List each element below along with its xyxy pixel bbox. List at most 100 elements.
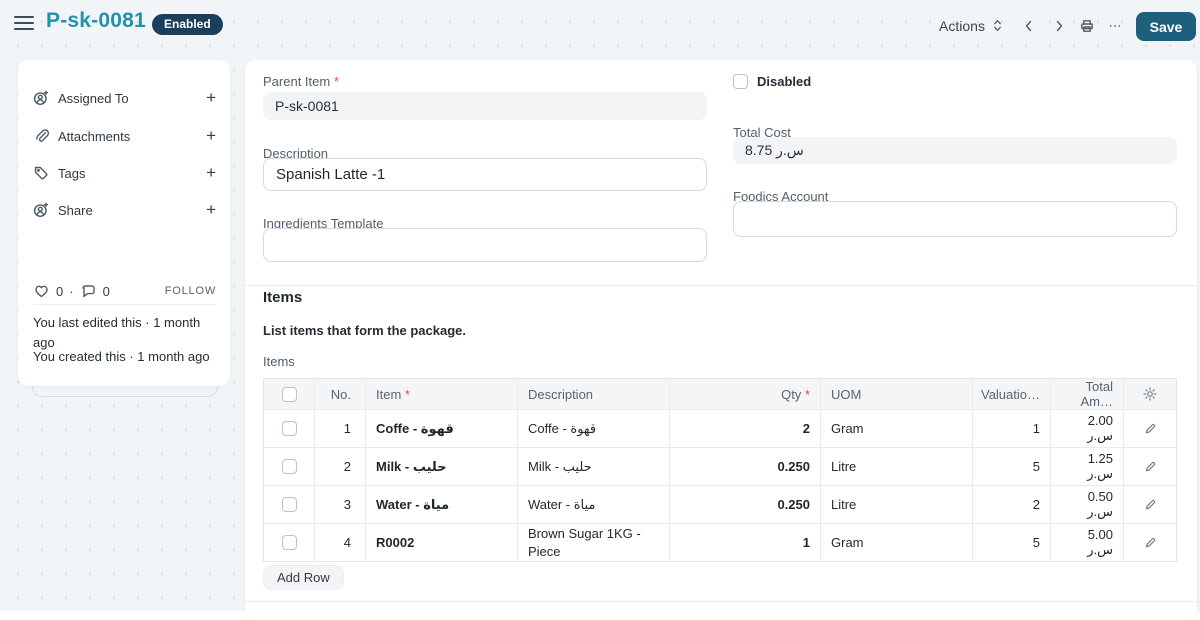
disabled-checkbox[interactable] — [733, 74, 748, 89]
valuation-cell[interactable]: 5 — [972, 448, 1050, 485]
follow-button[interactable]: FOLLOW — [165, 285, 216, 297]
description-cell[interactable]: Water - مياة — [517, 486, 669, 523]
add-share-icon[interactable]: + — [206, 203, 216, 217]
total-cost-field: 8.75 س.ر — [733, 137, 1177, 164]
heart-icon[interactable] — [33, 283, 50, 299]
description-cell[interactable]: Coffe - قهوة — [517, 410, 669, 447]
item-cell[interactable]: Water - مياة — [365, 486, 517, 523]
assigned-to-icon — [33, 90, 49, 106]
menu-icon[interactable] — [14, 16, 34, 31]
valuation-cell[interactable]: 1 — [972, 410, 1050, 447]
items-table: No. Item * Description Qty * UOM Valuati… — [263, 378, 1177, 562]
required-marker: * — [334, 74, 339, 89]
total-amount-cell[interactable]: 0.50 س.ر — [1050, 486, 1123, 523]
header-valuation: Valuatio… — [972, 379, 1050, 409]
item-cell[interactable]: Coffe - قهوة — [365, 410, 517, 447]
table-header-row: No. Item * Description Qty * UOM Valuati… — [264, 379, 1176, 409]
total-amount-cell[interactable]: 5.00 س.ر — [1050, 524, 1123, 561]
table-settings-button[interactable] — [1123, 379, 1176, 409]
sidebar-item-tags[interactable]: Tags + — [33, 163, 216, 183]
row-checkbox[interactable] — [282, 535, 297, 550]
row-checkbox[interactable] — [282, 497, 297, 512]
uom-cell[interactable]: Gram — [820, 410, 972, 447]
qty-cell[interactable]: 0.250 — [669, 486, 820, 523]
header-description: Description — [517, 379, 669, 409]
comment-icon[interactable] — [80, 283, 97, 299]
created-text: You created this · 1 month ago — [33, 347, 220, 367]
likes-count: 0 — [56, 284, 63, 299]
row-checkbox-cell — [264, 410, 314, 447]
table-body: 1 Coffe - قهوة Coffe - قهوة 2 Gram 1 2.0… — [264, 409, 1176, 561]
foodics-account-input[interactable] — [733, 201, 1177, 237]
sidebar-item-assigned-to[interactable]: Assigned To + — [33, 88, 216, 108]
header-qty: Qty * — [669, 379, 820, 409]
valuation-cell[interactable]: 5 — [972, 524, 1050, 561]
row-number-cell: 1 — [314, 410, 365, 447]
table-row: 3 Water - مياة Water - مياة 0.250 Litre … — [264, 485, 1176, 523]
row-checkbox-cell — [264, 524, 314, 561]
disabled-checkbox-row: Disabled — [733, 74, 1177, 89]
row-checkbox-cell — [264, 448, 314, 485]
comments-count: 0 — [103, 284, 110, 299]
print-button[interactable] — [1074, 11, 1100, 40]
item-cell[interactable]: R0002 — [365, 524, 517, 561]
actions-button[interactable]: Actions — [930, 11, 1012, 40]
qty-cell[interactable]: 2 — [669, 410, 820, 447]
add-assignment-icon[interactable]: + — [206, 91, 216, 105]
uom-cell[interactable]: Litre — [820, 448, 972, 485]
qty-cell[interactable]: 1 — [669, 524, 820, 561]
disabled-label: Disabled — [757, 74, 811, 89]
parent-item-label: Parent Item * — [263, 74, 707, 89]
sidebar-divider — [33, 304, 216, 305]
status-badge: Enabled — [152, 14, 223, 35]
sidebar-item-label: Assigned To — [58, 91, 129, 106]
form-card: Parent Item * P-sk-0081 Description Span… — [245, 60, 1197, 620]
item-cell[interactable]: Milk - حليب — [365, 448, 517, 485]
select-chevrons-icon — [992, 18, 1003, 33]
edit-row-button[interactable] — [1123, 524, 1176, 561]
add-attachment-icon[interactable]: + — [206, 129, 216, 143]
description-input[interactable]: Spanish Latte -1 — [263, 158, 707, 191]
items-table-label: Items — [263, 354, 295, 369]
page-title: P-sk-0081 — [46, 9, 146, 33]
ingredients-template-input[interactable] — [263, 228, 707, 262]
row-number-cell: 4 — [314, 524, 365, 561]
edit-row-button[interactable] — [1123, 410, 1176, 447]
sidebar: Assigned To + Attachments + Tags + Share… — [18, 60, 230, 386]
prev-record-button[interactable] — [1016, 11, 1042, 40]
next-record-button[interactable] — [1046, 11, 1072, 40]
sidebar-item-share[interactable]: Share + — [33, 200, 216, 220]
tag-icon — [33, 165, 49, 181]
select-all-checkbox[interactable] — [282, 387, 297, 402]
more-options-button[interactable] — [1102, 11, 1128, 40]
total-amount-cell[interactable]: 1.25 س.ر — [1050, 448, 1123, 485]
uom-cell[interactable]: Gram — [820, 524, 972, 561]
valuation-cell[interactable]: 2 — [972, 486, 1050, 523]
row-checkbox[interactable] — [282, 459, 297, 474]
table-row: 1 Coffe - قهوة Coffe - قهوة 2 Gram 1 2.0… — [264, 409, 1176, 447]
uom-cell[interactable]: Litre — [820, 486, 972, 523]
row-number-cell: 2 — [314, 448, 365, 485]
add-tag-icon[interactable]: + — [206, 166, 216, 180]
total-amount-cell[interactable]: 2.00 س.ر — [1050, 410, 1123, 447]
parent-item-field[interactable]: P-sk-0081 — [263, 92, 707, 120]
dot-separator: · — [69, 284, 73, 299]
row-checkbox[interactable] — [282, 421, 297, 436]
actions-label: Actions — [939, 18, 985, 34]
header-uom: UOM — [820, 379, 972, 409]
sidebar-item-attachments[interactable]: Attachments + — [33, 126, 216, 146]
page-background: P-sk-0081 Enabled Actions Save — [0, 0, 1200, 611]
header-total-amount: Total Am… — [1050, 379, 1123, 409]
save-button[interactable]: Save — [1136, 12, 1196, 41]
header-item: Item * — [365, 379, 517, 409]
sidebar-item-label: Attachments — [58, 129, 130, 144]
edit-row-button[interactable] — [1123, 486, 1176, 523]
table-row: 2 Milk - حليب Milk - حليب 0.250 Litre 5 … — [264, 447, 1176, 485]
qty-cell[interactable]: 0.250 — [669, 448, 820, 485]
edit-row-button[interactable] — [1123, 448, 1176, 485]
add-row-button[interactable]: Add Row — [263, 565, 344, 590]
header-no: No. — [314, 379, 365, 409]
description-cell[interactable]: Milk - حليب — [517, 448, 669, 485]
description-cell[interactable]: Brown Sugar 1KG - Piece — [517, 524, 669, 561]
table-row: 4 R0002 Brown Sugar 1KG - Piece 1 Gram 5… — [264, 523, 1176, 561]
